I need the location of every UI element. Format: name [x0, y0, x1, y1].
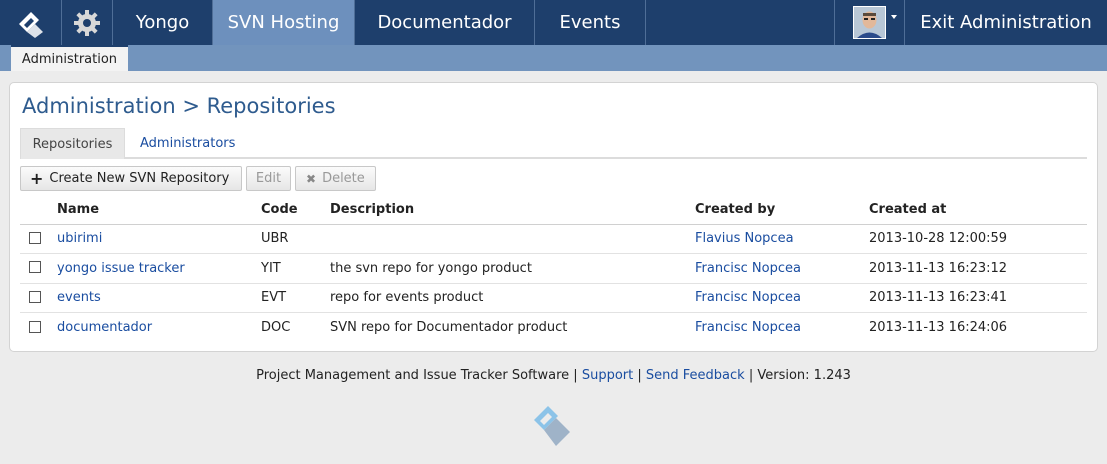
footer-text: Project Management and Issue Tracker Sof…: [256, 368, 570, 383]
page-title: Administration > Repositories: [22, 94, 336, 118]
row-checkbox[interactable]: [29, 290, 41, 303]
footer-separator: |: [637, 368, 642, 383]
creator-link[interactable]: Flavius Nopcea: [695, 231, 794, 246]
header-description[interactable]: Description: [330, 196, 695, 225]
repo-description: the svn repo for yongo product: [330, 253, 695, 284]
tab-administrators[interactable]: Administrators: [140, 128, 235, 159]
table-row: yongo issue tracker YIT the svn repo for…: [20, 253, 1087, 284]
header-created-by[interactable]: Created by: [695, 196, 869, 225]
create-repository-label: Create New SVN Repository: [49, 171, 230, 186]
table-row: events EVT repo for events product Franc…: [20, 283, 1087, 313]
repo-description: [330, 224, 695, 254]
creator-link[interactable]: Francisc Nopcea: [695, 261, 801, 276]
footer: Project Management and Issue Tracker Sof…: [0, 368, 1107, 383]
sub-navigation-bar: Administration: [0, 45, 1107, 71]
footer-separator: |: [573, 368, 578, 383]
repo-name-link[interactable]: events: [57, 290, 101, 305]
edit-button[interactable]: Edit: [246, 166, 291, 191]
footer-logo-icon: [530, 400, 580, 448]
creator-link[interactable]: Francisc Nopcea: [695, 290, 801, 305]
header-created-at[interactable]: Created at: [869, 196, 1087, 225]
repo-name-link[interactable]: ubirimi: [57, 231, 102, 246]
delete-button[interactable]: ✖ Delete: [295, 166, 376, 191]
repositories-table: Name Code Description Created by Created…: [20, 196, 1087, 342]
created-at: 2013-11-13 16:24:06: [869, 320, 1008, 335]
header-checkbox-col: [20, 196, 57, 225]
nav-events[interactable]: Events: [535, 0, 646, 45]
table-row: ubirimi UBR Flavius Nopcea 2013-10-28 12…: [20, 224, 1087, 254]
user-menu[interactable]: [834, 0, 905, 45]
send-feedback-link[interactable]: Send Feedback: [646, 368, 745, 383]
gear-icon[interactable]: [62, 0, 113, 45]
row-checkbox[interactable]: [29, 231, 41, 244]
version-text: Version: 1.243: [757, 368, 851, 383]
subnav-administration[interactable]: Administration: [11, 45, 128, 71]
footer-separator: |: [748, 368, 754, 383]
repo-description: repo for events product: [330, 283, 695, 313]
top-navigation-bar: Yongo SVN Hosting Documentador Events Ex…: [0, 0, 1107, 45]
tab-repositories[interactable]: Repositories: [20, 128, 125, 159]
repo-code: DOC: [261, 320, 291, 335]
caret-down-icon: [891, 15, 897, 19]
created-at: 2013-11-13 16:23:41: [869, 283, 1087, 313]
created-at: 2013-11-13 16:23:12: [869, 253, 1087, 284]
created-at: 2013-10-28 12:00:59: [869, 224, 1087, 254]
repo-name-link[interactable]: documentador: [57, 320, 152, 335]
repositories-panel: Administration > Repositories Repositori…: [9, 82, 1098, 352]
header-code[interactable]: Code: [261, 196, 330, 225]
delete-label: Delete: [322, 171, 365, 186]
support-link[interactable]: Support: [582, 368, 633, 383]
repo-name-link[interactable]: yongo issue tracker: [57, 261, 185, 276]
exit-administration-link[interactable]: Exit Administration: [905, 0, 1107, 45]
repo-code: UBR: [261, 224, 330, 254]
header-name[interactable]: Name: [57, 196, 261, 225]
tabs-bar: Repositories Administrators: [20, 128, 1087, 159]
repo-description: SVN repo for Documentador product: [330, 320, 568, 335]
row-checkbox[interactable]: [29, 261, 41, 274]
app-logo-icon[interactable]: [0, 0, 62, 45]
row-checkbox[interactable]: [29, 320, 41, 333]
nav-svn-hosting[interactable]: SVN Hosting: [213, 0, 355, 45]
nav-yongo[interactable]: Yongo: [113, 0, 213, 45]
repo-code: EVT: [261, 283, 330, 313]
avatar: [853, 6, 886, 39]
creator-link[interactable]: Francisc Nopcea: [695, 320, 801, 335]
repo-code: YIT: [261, 253, 330, 284]
table-row: documentador DOC SVN repo for Documentad…: [20, 313, 1087, 343]
table-header-row: Name Code Description Created by Created…: [20, 196, 1087, 225]
create-repository-button[interactable]: + Create New SVN Repository: [20, 166, 242, 191]
nav-documentador[interactable]: Documentador: [355, 0, 535, 45]
plus-icon: +: [30, 168, 44, 188]
close-icon: ✖: [306, 171, 317, 186]
